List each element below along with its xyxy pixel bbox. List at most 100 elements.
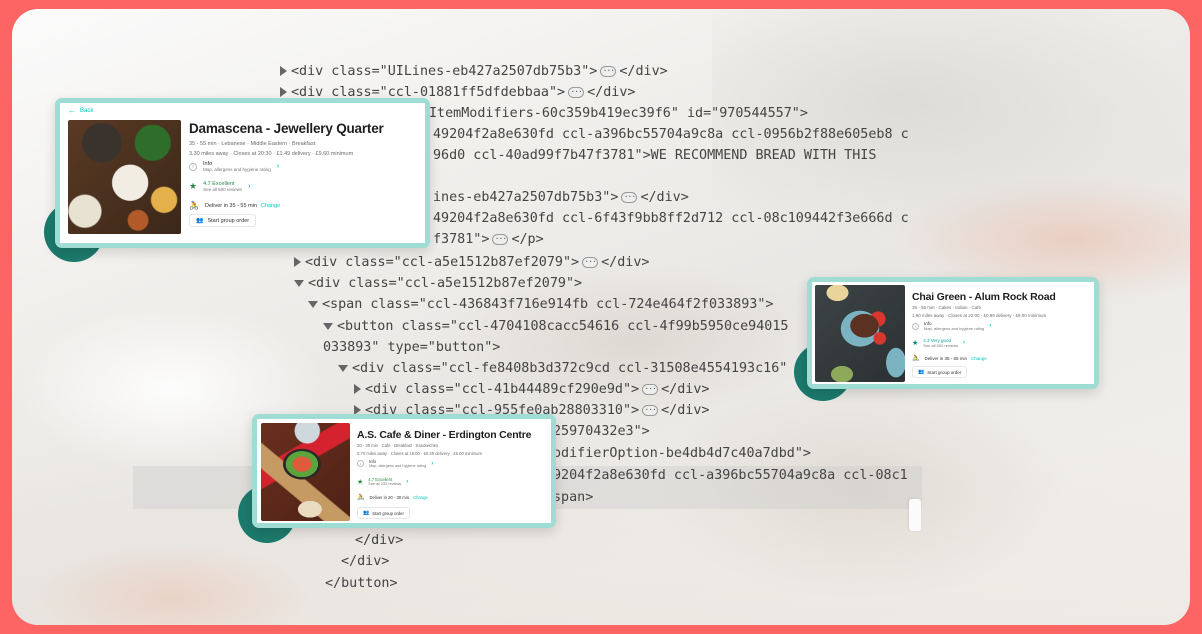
chevron-right-icon: ›	[406, 478, 409, 485]
code-text: <button class="ccl-4704108cacc54616 ccl-…	[337, 319, 789, 334]
back-button[interactable]: ← Back	[68, 106, 93, 115]
change-link[interactable]: Change	[261, 203, 280, 209]
expand-triangle-icon[interactable]	[308, 300, 318, 308]
collapse-triangle-icon[interactable]	[294, 257, 301, 267]
closing-tag: </div>	[661, 403, 710, 418]
code-line[interactable]: </button>	[325, 573, 398, 594]
ellipsis-icon[interactable]: ···	[568, 86, 585, 98]
rating-row[interactable]: ★ 4.7 Excellent See all 233 reviews ›	[357, 477, 408, 486]
start-group-order-button[interactable]: 👥 Start group order	[189, 214, 257, 227]
restaurant-meta: 35 - 55 min · Lebanese · Middle Eastern …	[189, 141, 316, 147]
code-line[interactable]: <div class="UILines-eb427a2507db75b3"> ··…	[280, 61, 668, 82]
delivery-time: Deliver in 35 - 55 min	[924, 356, 968, 361]
code-text: <div class="ccl-41b44489cf290e9d">	[365, 382, 640, 397]
code-text: odifierOption-be4db4d7c40a7dbd">	[553, 446, 811, 461]
rating-sub: See all 500 reviews	[203, 187, 243, 192]
code-text: <div class="UILines-eb427a2507db75b3">	[291, 64, 598, 79]
expand-triangle-icon[interactable]	[323, 322, 333, 330]
code-text: </button>	[325, 576, 398, 591]
code-text: <div class="ccl-fe8408b3d372c9cd ccl-315…	[352, 361, 788, 376]
ellipsis-icon[interactable]: ···	[642, 404, 659, 416]
rating-sub: See all 233 reviews	[368, 482, 402, 486]
code-line[interactable]: <span class="ccl-436843f716e914fb ccl-72…	[308, 294, 773, 315]
code-line[interactable]: <div class="ccl-a5e1512b87ef2079"> ··· </d…	[294, 252, 649, 273]
code-text: span>	[553, 490, 594, 505]
delivery-row: 🚴 Deliver in 35 - 55 min Change	[912, 355, 987, 362]
code-text: <span class="ccl-436843f716e914fb ccl-72…	[322, 297, 774, 312]
chevron-right-icon: ›	[431, 460, 434, 467]
change-link[interactable]: Change	[413, 495, 428, 500]
rider-icon: 🚴	[189, 201, 199, 210]
code-text: 49204f2a8e630fd ccl-6f43f9bb8ff2d712 ccl…	[433, 211, 909, 226]
info-row[interactable]: i Info Map, allergens and hygiene rating …	[357, 459, 433, 468]
start-group-order-button[interactable]: 👥 Start group order	[912, 366, 968, 378]
info-row[interactable]: i Info Map, allergens and hygiene rating …	[912, 321, 991, 331]
restaurant-name: Damascena - Jewellery Quarter	[189, 121, 384, 136]
star-icon: ★	[357, 478, 364, 486]
code-line[interactable]: ItemModifiers-60c359b419ec39f6" id="9705…	[429, 103, 808, 124]
code-line[interactable]: <button class="ccl-4704108cacc54616 ccl-…	[323, 316, 788, 337]
chevron-right-icon: ›	[962, 340, 965, 346]
code-text: 25970432e3">	[553, 424, 650, 439]
code-line[interactable]: </div>	[355, 530, 403, 551]
code-line[interactable]: 49204f2a8e630fd ccl-a396bc55704a9c8a ccl…	[433, 124, 909, 145]
collapse-triangle-icon[interactable]	[354, 384, 361, 394]
ellipsis-icon[interactable]: ···	[492, 233, 509, 245]
start-group-order-label: Start group order	[207, 217, 250, 224]
arrow-left-icon: ←	[68, 106, 76, 115]
star-icon: ★	[912, 340, 919, 347]
start-group-order-button[interactable]: 👥 Start group order	[357, 507, 410, 519]
code-text: 033893" type="button">	[323, 340, 501, 355]
code-text: 49204f2a8e630fd ccl-a396bc55704a9c8a ccl…	[433, 127, 909, 142]
ellipsis-icon[interactable]: ···	[600, 65, 617, 77]
ellipsis-icon[interactable]: ···	[642, 383, 659, 395]
restaurant-meta: 20 - 30 min · Café · Breakfast · Sandwic…	[357, 443, 439, 448]
code-text: </div>	[341, 554, 390, 569]
code-line[interactable]: f3781"> ··· </p>	[433, 229, 544, 250]
group-icon: 👥	[363, 510, 370, 516]
restaurant-card[interactable]: ← Back Damascena - Jewellery Quarter 35 …	[55, 98, 430, 248]
code-line[interactable]: </div>	[341, 551, 389, 572]
group-icon: 👥	[196, 218, 204, 224]
code-line[interactable]: odifierOption-be4db4d7c40a7dbd">	[553, 443, 811, 464]
code-text: ines-eb427a2507db75b3">	[433, 190, 619, 205]
closing-tag: </div>	[601, 255, 650, 270]
restaurant-meta: 35 - 55 min · Cakes · Indian · Café	[912, 305, 982, 310]
code-text: </div>	[355, 533, 404, 548]
expand-triangle-icon[interactable]	[338, 364, 348, 372]
code-line[interactable]: 9204f2a8e630fd ccl-a396bc55704a9c8a ccl-…	[553, 465, 908, 486]
code-line[interactable]: ines-eb427a2507db75b3"> ··· </div>	[433, 187, 689, 208]
rating-row[interactable]: ★ 4.7 Excellent See all 500 reviews ›	[189, 181, 250, 192]
restaurant-name: Chai Green - Alum Rock Road	[912, 291, 1056, 303]
start-group-order-label: Start group order	[372, 510, 404, 516]
rating-row[interactable]: ★ 4.3 Very good See all 500 reviews ›	[912, 338, 965, 348]
code-line[interactable]: 25970432e3">	[553, 421, 650, 442]
rider-icon: 🚴	[912, 356, 920, 362]
change-link[interactable]: Change	[971, 356, 987, 361]
restaurant-photo	[68, 120, 181, 234]
restaurant-card[interactable]: Chai Green - Alum Rock Road 35 - 55 min …	[807, 277, 1099, 389]
expand-triangle-icon[interactable]	[294, 279, 304, 287]
code-text: 96d0 ccl-40ad99f7b47f3781">WE RECOMMEND …	[433, 148, 877, 163]
code-line[interactable]: <div class="ccl-a5e1512b87ef2079">	[294, 273, 582, 294]
chevron-right-icon: ›	[989, 323, 992, 329]
background-frame: <div class="UILines-eb427a2507db75b3"> ··…	[12, 9, 1190, 625]
ellipsis-icon[interactable]: ···	[582, 256, 599, 268]
info-icon: i	[189, 162, 197, 171]
code-line[interactable]: span>	[553, 487, 593, 508]
collapse-triangle-icon[interactable]	[280, 87, 287, 97]
collapse-triangle-icon[interactable]	[280, 66, 287, 76]
closing-tag: </div>	[661, 382, 710, 397]
code-line[interactable]: 49204f2a8e630fd ccl-6f43f9bb8ff2d712 ccl…	[433, 208, 909, 229]
restaurant-photo	[815, 285, 905, 382]
restaurant-card[interactable]: A.S. Cafe & Diner - Erdington Centre 20 …	[252, 414, 556, 528]
code-line[interactable]: <div class="ccl-41b44489cf290e9d"> ··· </d…	[354, 379, 709, 400]
info-row[interactable]: i Info Map, allergens and hygiene rating …	[189, 161, 279, 172]
code-line[interactable]: 96d0 ccl-40ad99f7b47f3781">WE RECOMMEND …	[433, 145, 876, 166]
star-icon: ★	[189, 181, 198, 191]
code-line[interactable]: 033893" type="button">	[323, 337, 500, 358]
info-icon: i	[357, 460, 364, 467]
code-line[interactable]: <div class="ccl-fe8408b3d372c9cd ccl-315…	[338, 358, 787, 379]
ellipsis-icon[interactable]: ···	[621, 191, 638, 203]
closing-tag: </div>	[587, 85, 636, 100]
